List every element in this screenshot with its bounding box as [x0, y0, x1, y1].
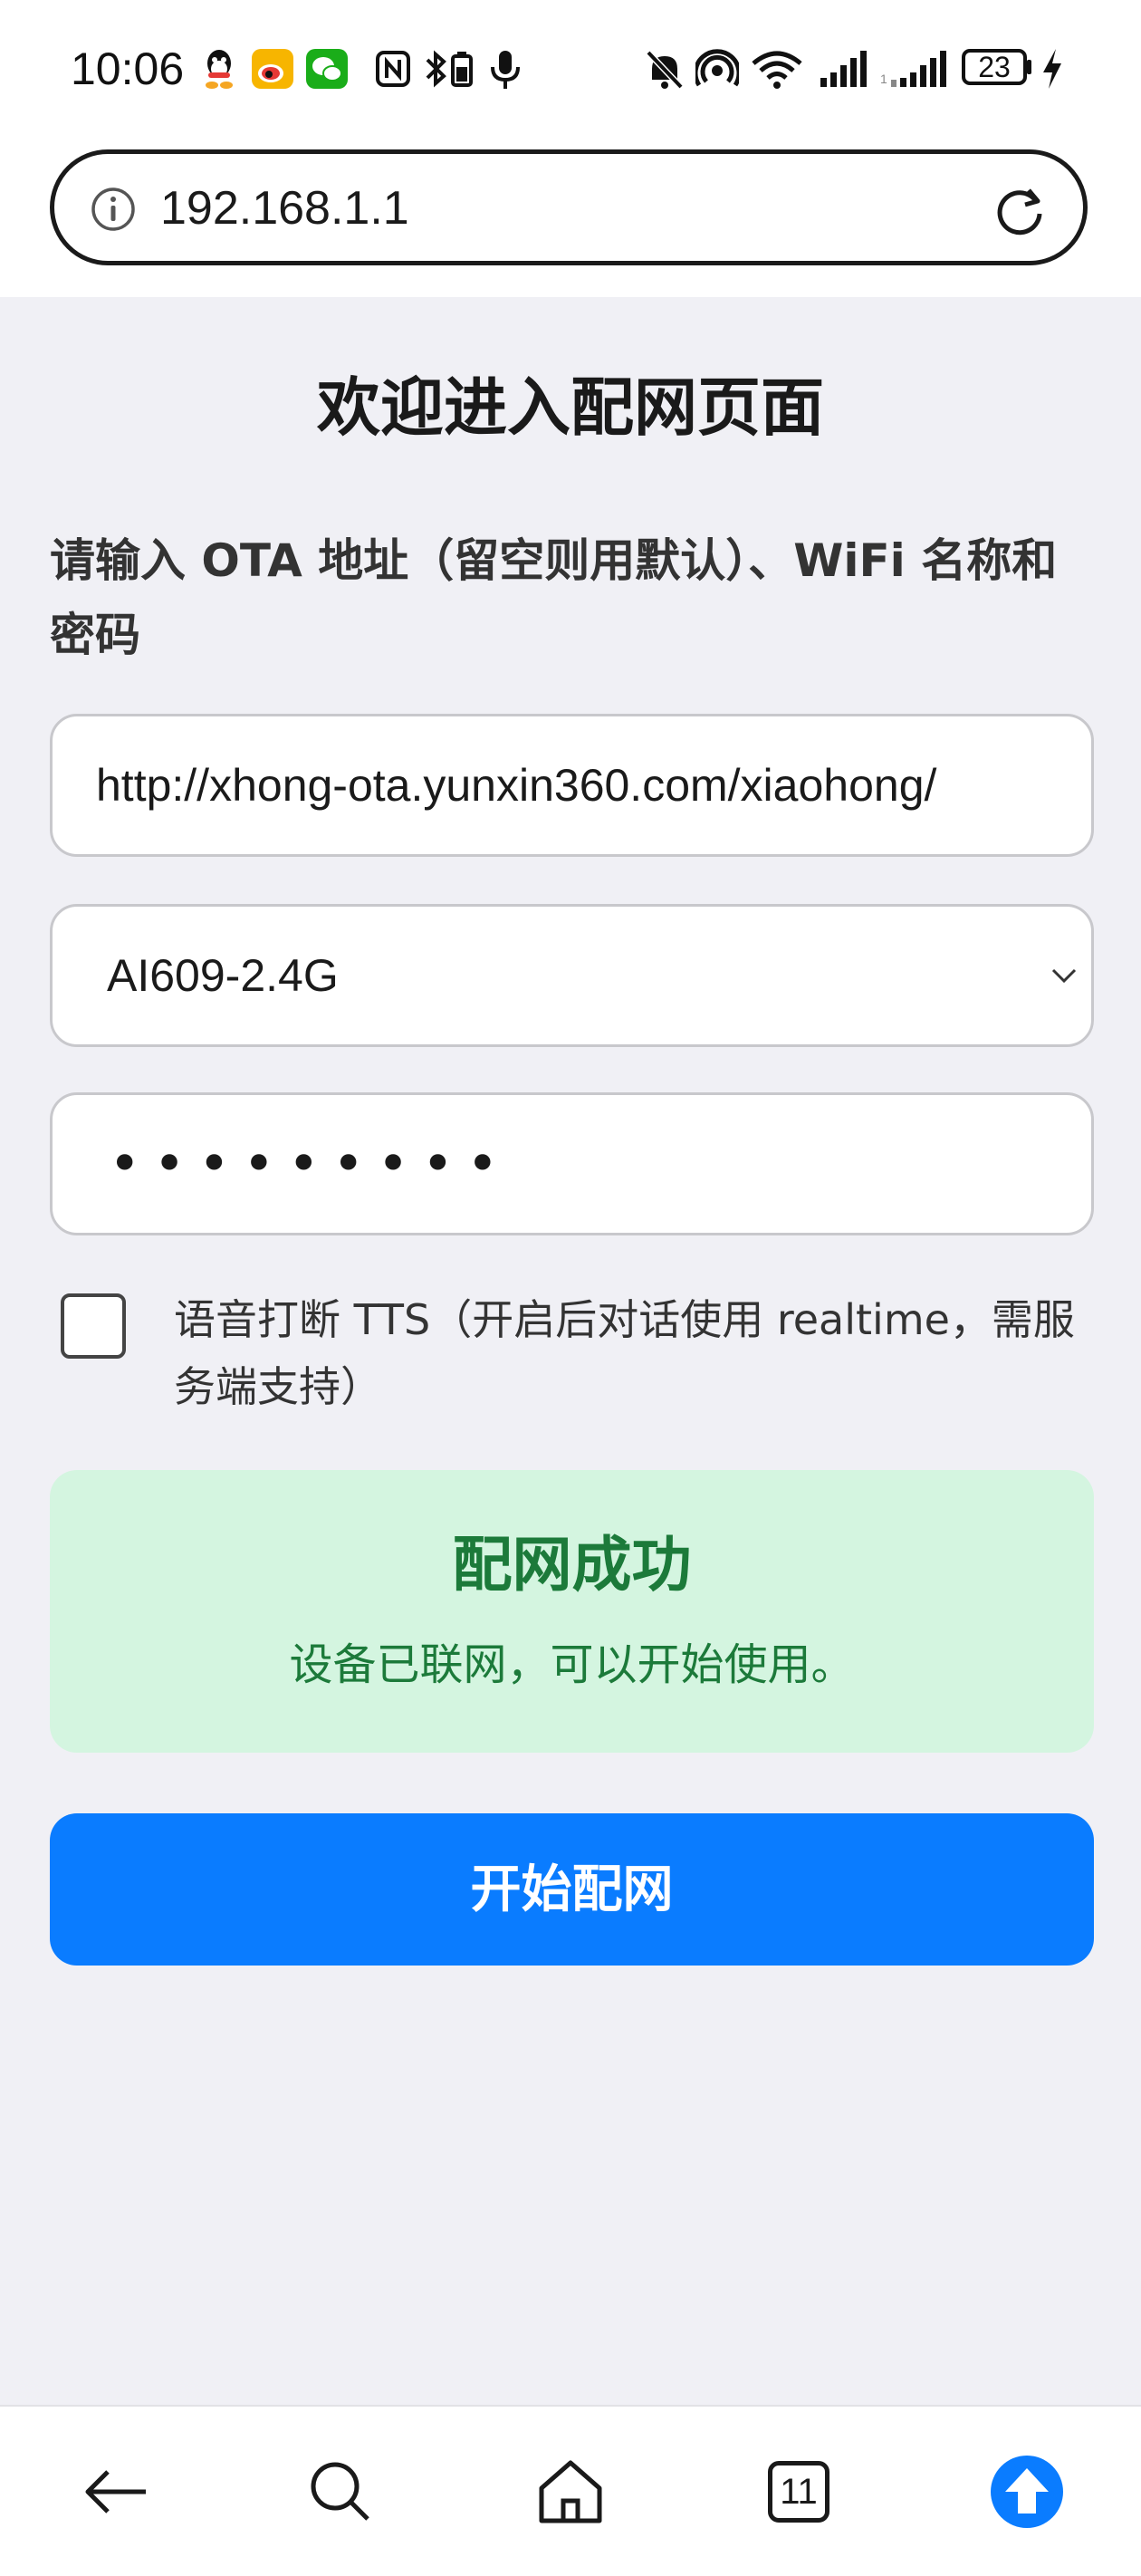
ota-address-input[interactable]: http://xhong-ota.yunxin360.com/xiaohong/: [50, 714, 1094, 857]
url-bar[interactable]: 192.168.1.1: [50, 149, 1088, 265]
weibo-icon: [252, 49, 293, 89]
success-panel: 配网成功 设备已联网，可以开始使用。: [50, 1470, 1094, 1753]
wifi-ssid-select[interactable]: AI609-2.4G: [50, 904, 1094, 1047]
wechat-icon: [306, 49, 348, 89]
charging-icon: [1043, 49, 1061, 89]
battery-icon: 23: [962, 47, 1034, 91]
signal-icon: [820, 51, 867, 87]
signal-2-icon: 1: [880, 51, 946, 87]
status-bar: 10:06 1 23: [0, 0, 1141, 145]
success-title: 配网成功: [452, 1530, 692, 1600]
bluetooth-battery-icon: [426, 50, 473, 88]
upload-icon[interactable]: [989, 2454, 1065, 2530]
password-mask[interactable]: •••••••••: [109, 1095, 512, 1233]
hotspot-icon: [695, 49, 739, 87]
wifi-password-input[interactable]: •••••••••: [50, 1092, 1094, 1235]
mute-icon: [646, 50, 684, 90]
nfc-icon: [376, 51, 410, 87]
svg-text:1: 1: [880, 72, 887, 86]
page-title: 欢迎进入配网页面: [317, 370, 824, 445]
url-text[interactable]: 192.168.1.1: [160, 179, 409, 237]
info-icon[interactable]: [91, 187, 136, 232]
search-icon[interactable]: [302, 2454, 379, 2530]
success-message: 设备已联网，可以开始使用。: [289, 1639, 855, 1690]
wifi-icon: [752, 51, 802, 89]
qq-icon: [206, 50, 233, 89]
ota-address-value[interactable]: http://xhong-ota.yunxin360.com/xiaohong/: [96, 716, 936, 854]
chevron-down-icon[interactable]: [1046, 957, 1082, 994]
reload-icon[interactable]: [991, 181, 1049, 239]
mic-icon: [491, 51, 520, 89]
bottom-navigation: 11: [0, 2405, 1141, 2576]
tabs-icon[interactable]: 11: [761, 2454, 837, 2530]
home-icon[interactable]: [532, 2454, 609, 2530]
tts-interrupt-label[interactable]: 语音打断 TTS（开启后对话使用 realtime，需服务端支持）: [174, 1286, 1098, 1420]
wifi-ssid-value[interactable]: AI609-2.4G: [107, 907, 339, 1044]
status-time: 10:06: [71, 43, 185, 94]
page-description: 请输入 OTA 地址（留空则用默认）、WiFi 名称和密码: [50, 534, 1058, 661]
battery-level: 23: [978, 51, 1011, 83]
back-arrow-icon[interactable]: [77, 2454, 153, 2530]
start-config-button[interactable]: 开始配网: [50, 1813, 1094, 1966]
tts-interrupt-checkbox[interactable]: [61, 1293, 126, 1359]
tab-count: 11: [780, 2472, 818, 2512]
